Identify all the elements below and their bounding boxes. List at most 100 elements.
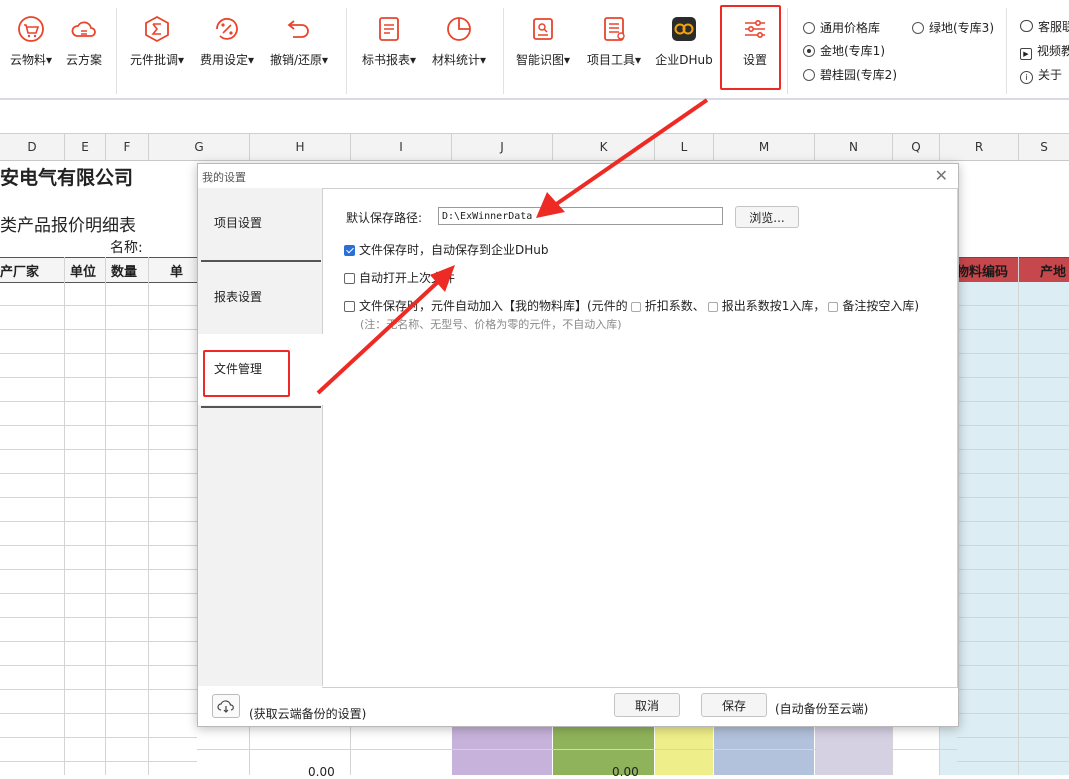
column-header[interactable]: N	[815, 134, 893, 160]
column-header-row: D E F G H I J K L M N Q R S	[0, 134, 1069, 161]
chat-icon	[1020, 20, 1033, 32]
fee-setting-button[interactable]: 费用设定▾	[197, 14, 257, 68]
enterprise-dhub-button[interactable]: 企业DHub	[654, 14, 714, 68]
bottom-value: 0.00	[612, 765, 639, 779]
cart-icon	[18, 16, 44, 42]
ribbon-separator	[116, 8, 117, 94]
header-material-code: 物料编码	[956, 265, 1009, 280]
auto-open-last-checkbox[interactable]	[344, 273, 355, 284]
auto-open-last-option[interactable]: 自动打开上次文件	[344, 269, 455, 286]
grid-line	[350, 726, 351, 775]
cloud-download-button[interactable]	[212, 694, 240, 718]
save-button[interactable]: 保存	[701, 693, 767, 717]
grid-line	[957, 521, 1069, 522]
quote-factor-checkbox[interactable]	[707, 302, 718, 312]
undo-redo-label: 撤销/还原▾	[269, 53, 329, 67]
grid-line	[0, 473, 197, 474]
nav-divider	[201, 406, 321, 408]
column-header[interactable]: D	[0, 134, 65, 160]
fee-setting-label: 费用设定▾	[199, 53, 255, 67]
column-header[interactable]: L	[655, 134, 714, 160]
radio-dot	[803, 69, 815, 81]
library-radio-biguiyuan[interactable]: 碧桂园(专库2)	[803, 66, 897, 83]
library-radio-jindi[interactable]: 金地(专库1)	[803, 42, 885, 59]
grid-line	[0, 665, 197, 666]
grid-line	[957, 737, 1069, 738]
column-header[interactable]: S	[1019, 134, 1069, 160]
browse-button[interactable]: 浏览...	[735, 206, 799, 228]
save-path-label: 默认保存路径:	[346, 211, 423, 225]
column-header[interactable]: I	[351, 134, 452, 160]
header-quantity: 数量	[111, 265, 138, 280]
ribbon-separator	[1006, 8, 1007, 94]
ribbon-separator	[503, 8, 504, 94]
cloud-icon	[71, 21, 96, 37]
column-header[interactable]: K	[553, 134, 655, 160]
remark-checkbox[interactable]	[828, 302, 839, 312]
cloud-plan-button[interactable]: 云方案	[54, 14, 114, 68]
smart-recognition-button[interactable]: 智能识图▾	[513, 14, 573, 68]
grid-line	[892, 726, 893, 775]
video-icon: ▶	[1020, 48, 1032, 60]
nav-item-report-settings[interactable]: 报表设置	[198, 262, 322, 333]
customer-service-link[interactable]: 客服联	[1020, 18, 1069, 35]
grid-line	[0, 401, 197, 402]
nav-label: 项目设置	[214, 216, 263, 230]
sheet-subtitle: 类产品报价明细表	[0, 216, 136, 236]
grid-line	[64, 257, 65, 775]
auto-save-dhub-option[interactable]: 文件保存时，自动保存到企业DHub	[344, 241, 549, 258]
grid-line	[957, 545, 1069, 546]
nav-item-project-settings[interactable]: 项目设置	[198, 188, 322, 259]
right-columns-fill	[940, 282, 1069, 775]
auto-add-library-checkbox[interactable]	[344, 301, 355, 312]
save-path-input[interactable]: D:\ExWinnerData	[438, 207, 723, 225]
video-tutorial-label: 视频教	[1037, 44, 1069, 58]
tools-icon	[604, 17, 625, 41]
cloud-material-label: 云物料▾	[9, 53, 53, 67]
name-label: 名称:	[110, 240, 143, 256]
bottom-value: 0.00	[308, 765, 335, 779]
project-tools-button[interactable]: 项目工具▾	[584, 14, 644, 68]
column-header[interactable]: R	[940, 134, 1019, 160]
cloud-backup-text: (获取云端备份的设置)	[249, 707, 367, 721]
about-link[interactable]: i 关于	[1020, 66, 1062, 84]
column-header[interactable]: E	[65, 134, 106, 160]
grid-line	[197, 749, 957, 750]
material-stats-button[interactable]: 材料统计▾	[429, 14, 489, 68]
batch-adjust-button[interactable]: 元件批调▾	[127, 14, 187, 68]
grid-line	[0, 449, 197, 450]
dialog-footer: (获取云端备份的设置) 取消 保存 (自动备份至云端)	[198, 686, 958, 726]
enterprise-dhub-label: 企业DHub	[655, 53, 713, 67]
column-header[interactable]: F	[106, 134, 149, 160]
grid-line	[0, 329, 197, 330]
bid-report-button[interactable]: 标书报表▾	[359, 14, 419, 68]
column-header[interactable]: M	[714, 134, 815, 160]
formula-bar[interactable]	[0, 100, 1069, 134]
video-tutorial-link[interactable]: ▶ 视频教	[1020, 42, 1069, 60]
header-origin: 产地	[1040, 265, 1067, 280]
library-radio-lvdi[interactable]: 绿地(专库3)	[912, 19, 994, 36]
undo-redo-button[interactable]: 撤销/还原▾	[269, 14, 329, 68]
grid-line	[1018, 257, 1019, 775]
grid-line	[0, 593, 197, 594]
cloud-material-button[interactable]: 云物料▾	[1, 14, 61, 68]
file-management-highlight-box	[203, 350, 290, 397]
discount-checkbox[interactable]	[630, 302, 641, 312]
column-header[interactable]: J	[452, 134, 553, 160]
company-title: 安电气有限公司	[0, 167, 134, 189]
grid-line	[957, 641, 1069, 642]
column-header[interactable]: H	[250, 134, 351, 160]
library-radio-general[interactable]: 通用价格库	[803, 19, 880, 36]
info-icon: i	[1020, 71, 1033, 84]
grid-line	[0, 545, 197, 546]
auto-add-library-option[interactable]: 文件保存时，元件自动加入【我的物料库】(元件的 折扣系数、 报出系数按1入库， 备注按…	[344, 297, 919, 314]
cloud-plan-label: 云方案	[65, 53, 102, 67]
close-icon[interactable]: ✕	[935, 166, 948, 185]
column-header[interactable]: Q	[893, 134, 940, 160]
radio-dot-selected	[803, 45, 815, 57]
ribbon-separator	[346, 8, 347, 94]
cancel-button[interactable]: 取消	[614, 693, 680, 717]
ribbon-separator	[787, 8, 788, 94]
column-header[interactable]: G	[149, 134, 250, 160]
auto-save-dhub-checkbox[interactable]	[344, 245, 355, 256]
